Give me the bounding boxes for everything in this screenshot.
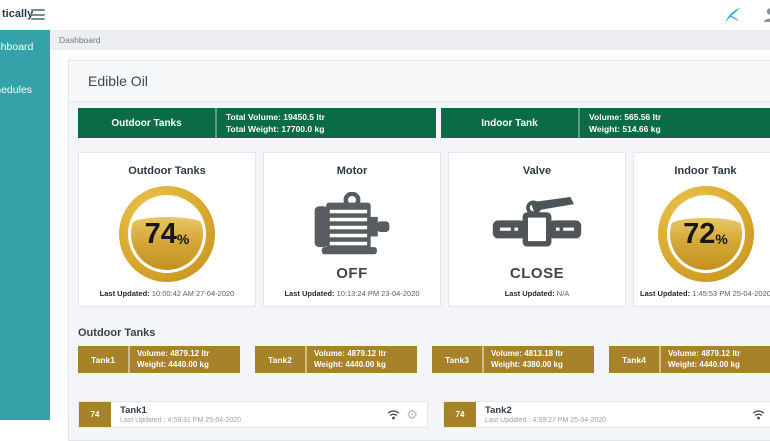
valve-status: CLOSE	[510, 265, 564, 282]
device-level-badge: 74	[79, 402, 111, 427]
tank-volume: Volume: 4879.12 ltr	[668, 349, 770, 360]
top-header-bar: tically	[0, 0, 770, 30]
edible-oil-panel: Edible Oil Outdoor Tanks Total Volume: 1…	[68, 60, 770, 441]
last-updated: Last Updated: 10:00:42 AM 27-04-2020	[79, 289, 255, 298]
main-content: Edible Oil Outdoor Tanks Total Volume: 1…	[50, 50, 770, 420]
status-cards-row: Outdoor Tanks 74 % Last Updated: 10:00:4…	[78, 152, 770, 307]
summary-label: Outdoor Tanks	[78, 108, 217, 138]
summary-outdoor-tanks: Outdoor Tanks Total Volume: 19450.5 ltr …	[78, 108, 436, 138]
tank-name: Tank1	[78, 346, 130, 373]
hamburger-menu-icon[interactable]	[31, 9, 45, 20]
device-name: Tank1	[120, 405, 387, 416]
card-outdoor-tanks: Outdoor Tanks 74 % Last Updated: 10:00:4…	[78, 152, 256, 307]
summary-volume: Volume: 565.56 ltr	[589, 111, 770, 123]
tank-volume: Volume: 4879.12 ltr	[314, 349, 417, 360]
gear-icon[interactable]: ⚙	[406, 408, 418, 421]
tank-bar-tank4: Tank4 Volume: 4879.12 ltr Weight: 4440.0…	[609, 346, 770, 373]
sidebar-item-schedules[interactable]: Schedules	[0, 83, 50, 97]
page-title: Edible Oil	[69, 61, 770, 102]
tank-bar-tank1: Tank1 Volume: 4879.12 ltr Weight: 4440.0…	[78, 346, 240, 373]
summary-weight: Total Weight: 17700.0 kg	[226, 123, 436, 135]
tank-name: Tank4	[609, 346, 661, 373]
app-logo-text: tically	[2, 8, 33, 20]
summary-indoor-tank: Indoor Tank Volume: 565.56 ltr Weight: 5…	[441, 108, 770, 138]
section-title-outdoor-tanks: Outdoor Tanks	[78, 327, 770, 339]
device-row-tank2[interactable]: 74 Tank2 Last Updated : 4:59:27 PM 25-04…	[443, 401, 770, 428]
card-title: Indoor Tank	[674, 165, 736, 177]
device-name: Tank2	[485, 405, 752, 416]
last-updated: Last Updated: 10:13:24 PM 23-04-2020	[264, 289, 440, 298]
sidebar-nav: Dashboard Schedules	[0, 30, 50, 420]
tank-bars-row: Tank1 Volume: 4879.12 ltr Weight: 4440.0…	[78, 346, 770, 373]
tank-name: Tank3	[432, 346, 484, 373]
gauge-percent: 74	[145, 218, 177, 251]
tank-level-gauge: 74 %	[119, 186, 215, 282]
device-row-tank1[interactable]: 74 Tank1 Last Updated : 4:59:31 PM 25-04…	[78, 401, 428, 428]
last-updated: Last Updated: 1:45:53 PM 25-04-2020	[634, 289, 770, 298]
tank-volume: Volume: 4879.12 ltr	[137, 349, 240, 360]
tank-bar-tank2: Tank2 Volume: 4879.12 ltr Weight: 4440.0…	[255, 346, 417, 373]
wifi-signal-icon	[387, 409, 400, 420]
breadcrumb[interactable]: Dashboard	[50, 30, 770, 50]
device-level-badge: 74	[444, 402, 476, 427]
brand-propeller-logo-icon	[723, 5, 743, 25]
device-last-updated: Last Updated : 4:59:27 PM 25-04-2020	[485, 416, 752, 425]
summary-weight: Weight: 514.66 kg	[589, 123, 770, 135]
summary-label: Indoor Tank	[441, 108, 580, 138]
tank-level-gauge: 72 %	[658, 186, 754, 282]
tank-name: Tank2	[255, 346, 307, 373]
user-profile-icon[interactable]	[763, 7, 770, 23]
card-valve: Valve	[448, 152, 626, 307]
card-motor: Motor	[263, 152, 441, 307]
card-title: Valve	[523, 165, 551, 177]
gauge-percent: 72	[683, 218, 715, 251]
motor-status: OFF	[336, 265, 368, 282]
tank-weight: Weight: 4440.00 kg	[668, 360, 770, 371]
last-updated: Last Updated: N/A	[449, 289, 625, 298]
device-rows: 74 Tank1 Last Updated : 4:59:31 PM 25-04…	[78, 401, 770, 428]
card-title: Outdoor Tanks	[128, 165, 205, 177]
motor-icon	[311, 187, 393, 261]
tank-weight: Weight: 4380.00 kg	[491, 360, 594, 371]
summary-bars: Outdoor Tanks Total Volume: 19450.5 ltr …	[78, 108, 770, 138]
valve-icon	[491, 187, 583, 261]
gauge-percent-sign: %	[177, 231, 189, 247]
summary-volume: Total Volume: 19450.5 ltr	[226, 111, 436, 123]
device-last-updated: Last Updated : 4:59:31 PM 25-04-2020	[120, 416, 387, 425]
card-title: Motor	[337, 165, 368, 177]
gauge-percent-sign: %	[715, 231, 727, 247]
tank-bar-tank3: Tank3 Volume: 4813.18 ltr Weight: 4380.0…	[432, 346, 594, 373]
wifi-signal-icon	[752, 409, 765, 420]
tank-weight: Weight: 4440.00 kg	[137, 360, 240, 371]
card-indoor-tank: Indoor Tank 72 % Last Updated: 1:45:53 P…	[633, 152, 770, 307]
tank-weight: Weight: 4440.00 kg	[314, 360, 417, 371]
tank-volume: Volume: 4813.18 ltr	[491, 349, 594, 360]
sidebar-item-dashboard[interactable]: Dashboard	[0, 40, 50, 54]
